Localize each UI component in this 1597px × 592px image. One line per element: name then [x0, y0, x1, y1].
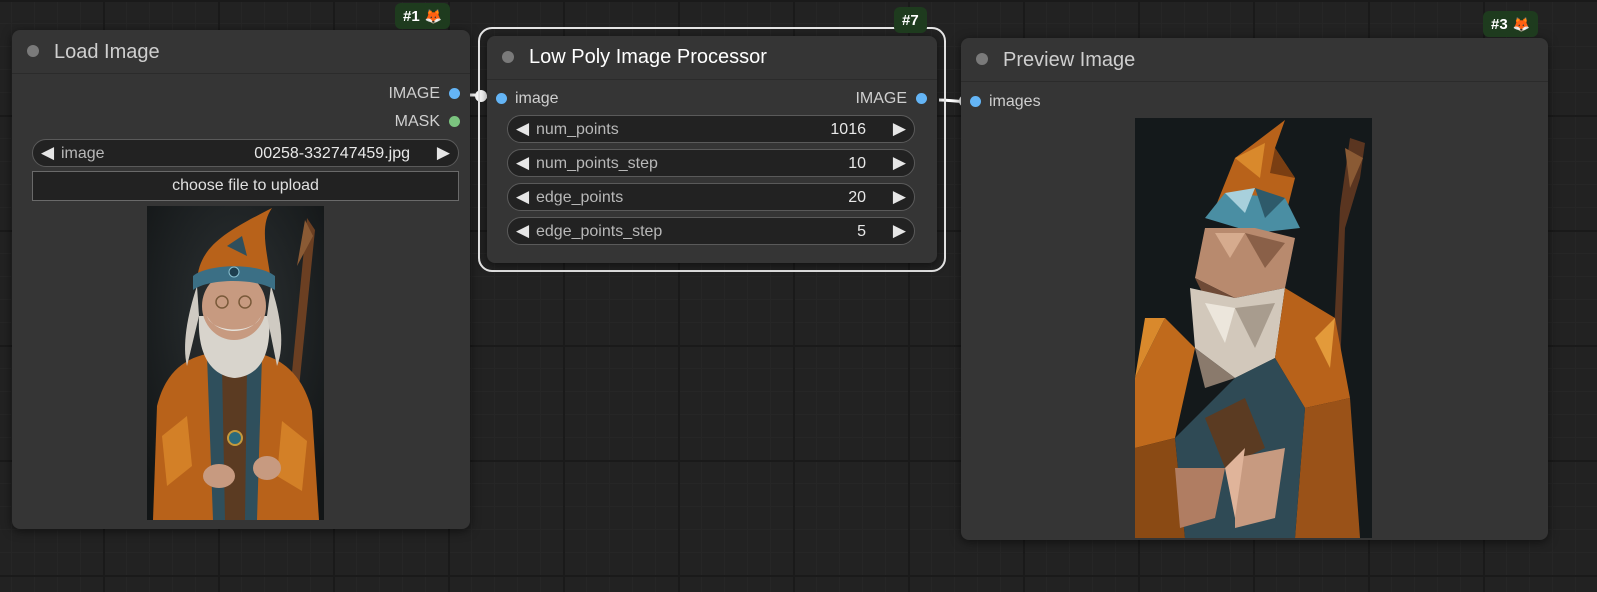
- arrow-left-icon[interactable]: ◀: [516, 187, 529, 207]
- output-mask-slot[interactable]: [449, 116, 460, 127]
- collapse-dot-icon[interactable]: [976, 53, 988, 65]
- fox-icon: 🦊: [424, 7, 443, 24]
- upload-file-button[interactable]: choose file to upload: [32, 171, 459, 201]
- output-image-label: IMAGE: [388, 85, 440, 102]
- arrow-right-icon[interactable]: ▶: [893, 187, 906, 207]
- widget-value: 00258-332747459.jpg: [254, 145, 410, 162]
- low-poly-node[interactable]: Low Poly Image Processor image IMAGE ◀ n…: [487, 36, 937, 263]
- collapse-dot-icon[interactable]: [27, 45, 39, 57]
- preview-image-header[interactable]: Preview Image: [961, 38, 1548, 82]
- arrow-right-icon[interactable]: ▶: [893, 119, 906, 139]
- badge-id: #1: [403, 7, 420, 25]
- widget-value: 10: [848, 155, 866, 172]
- low-poly-wizard-image: [1135, 118, 1372, 538]
- collapse-dot-icon[interactable]: [502, 51, 514, 63]
- widget-label: image: [61, 145, 105, 162]
- output-image-slot[interactable]: [449, 88, 460, 99]
- arrow-right-icon[interactable]: ▶: [893, 221, 906, 241]
- output-mask-label: MASK: [394, 113, 440, 130]
- low-poly-header[interactable]: Low Poly Image Processor: [487, 36, 937, 80]
- arrow-left-icon[interactable]: ◀: [516, 153, 529, 173]
- widget-value: 20: [848, 189, 866, 206]
- node-title: Low Poly Image Processor: [529, 46, 767, 68]
- arrow-left-icon[interactable]: ◀: [516, 221, 529, 241]
- num-points-widget[interactable]: ◀ num_points 1016 ▶: [507, 115, 915, 143]
- widget-label: num_points: [536, 121, 619, 138]
- wizard-portrait-image: [147, 206, 324, 520]
- load-image-node[interactable]: Load Image IMAGE MASK ◀ image 00258-3327…: [12, 30, 470, 529]
- fox-icon: 🦊: [1512, 15, 1531, 32]
- arrow-right-icon[interactable]: ▶: [437, 143, 450, 163]
- image-file-combo[interactable]: ◀ image 00258-332747459.jpg ▶: [32, 139, 459, 167]
- badge-id: #3: [1491, 15, 1508, 33]
- input-images-label: images: [989, 93, 1041, 110]
- input-image-slot[interactable]: [496, 93, 507, 104]
- widget-label: num_points_step: [536, 155, 658, 172]
- preview-image-node[interactable]: Preview Image images: [961, 38, 1548, 540]
- output-image-label: IMAGE: [855, 90, 907, 107]
- arrow-right-icon[interactable]: ▶: [893, 153, 906, 173]
- input-image-label: image: [515, 90, 559, 107]
- widget-value: 1016: [830, 121, 866, 138]
- node-title: Load Image: [54, 41, 160, 63]
- arrow-left-icon[interactable]: ◀: [41, 143, 54, 163]
- edge-points-widget[interactable]: ◀ edge_points 20 ▶: [507, 183, 915, 211]
- node-badge-7: #7: [894, 7, 927, 33]
- load-image-header[interactable]: Load Image: [12, 30, 470, 74]
- widget-label: edge_points: [536, 189, 624, 206]
- node-badge-3: #3 🦊: [1483, 11, 1539, 37]
- arrow-left-icon[interactable]: ◀: [516, 119, 529, 139]
- output-image-slot[interactable]: [916, 93, 927, 104]
- widget-label: edge_points_step: [536, 223, 663, 240]
- node-badge-1: #1 🦊: [395, 3, 451, 29]
- node-title: Preview Image: [1003, 49, 1136, 71]
- num-points-step-widget[interactable]: ◀ num_points_step 10 ▶: [507, 149, 915, 177]
- badge-id: #7: [902, 11, 919, 29]
- input-images-slot[interactable]: [970, 96, 981, 107]
- widget-value: 5: [857, 223, 866, 240]
- edge-points-step-widget[interactable]: ◀ edge_points_step 5 ▶: [507, 217, 915, 245]
